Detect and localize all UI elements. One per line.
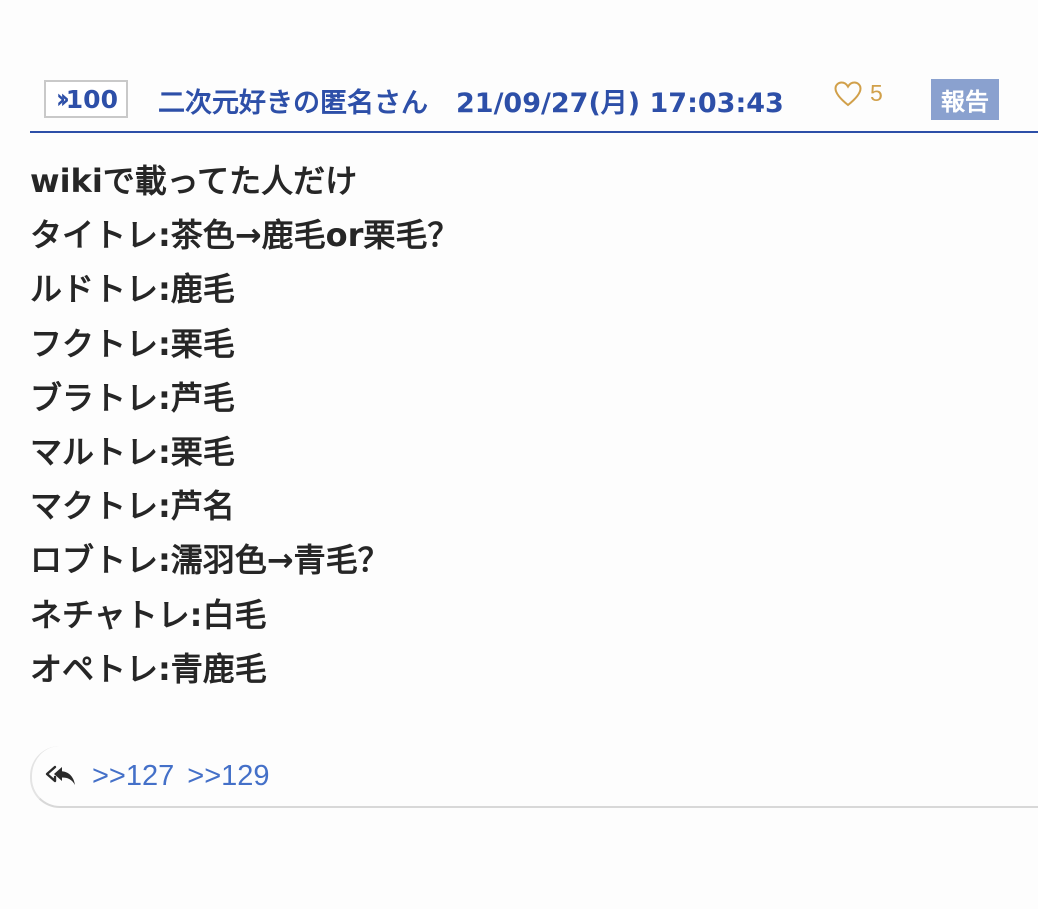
post-body-line: マルトレ:栗毛 [30,433,235,472]
poster-name: 二次元好きの匿名さん [158,88,428,119]
reply-bar: >>127 >>129 [30,746,1038,808]
post-header: ›› 100 二次元好きの匿名さん 21/09/27(月) 17:03:43 5… [30,76,1038,133]
post-body-line: フクトレ:栗毛 [30,324,235,363]
heart-outline-icon [834,80,862,107]
post-body-line: ブラトレ:芦毛 [30,378,235,417]
post-number-anchor[interactable]: ›› 100 [44,80,128,118]
post-body-line: ネチャトレ:白毛 [30,595,267,634]
post-body-line: ルドトレ:鹿毛 [30,270,235,309]
post-number: 100 [65,84,118,114]
post-body-line: タイトレ:茶色→鹿毛or栗毛？ [30,216,460,255]
like-count: 5 [870,80,883,106]
post: ›› 100 二次元好きの匿名さん 21/09/27(月) 17:03:43 5… [30,76,1038,808]
reply-all-icon [44,763,78,789]
post-body-line: wikiで載ってた人だけ [30,162,358,200]
post-body-line: オペトレ:青鹿毛 [30,649,267,688]
post-body-line: マクトレ:芦名 [30,487,235,526]
chevron-double-right-icon: ›› [56,82,70,116]
report-button[interactable]: 報告 [931,79,999,120]
reply-link[interactable]: >>129 [187,760,269,793]
post-body: wikiで載ってた人だけ タイトレ:茶色→鹿毛or栗毛？ ルドトレ:鹿毛 フクト… [30,154,459,696]
reply-link[interactable]: >>127 [92,760,174,793]
post-date: 21/09/27(月) 17:03:43 [456,88,784,119]
like-button[interactable]: 5 [834,80,883,107]
post-body-line: ロブトレ:濡羽色→青毛？ [30,541,390,580]
